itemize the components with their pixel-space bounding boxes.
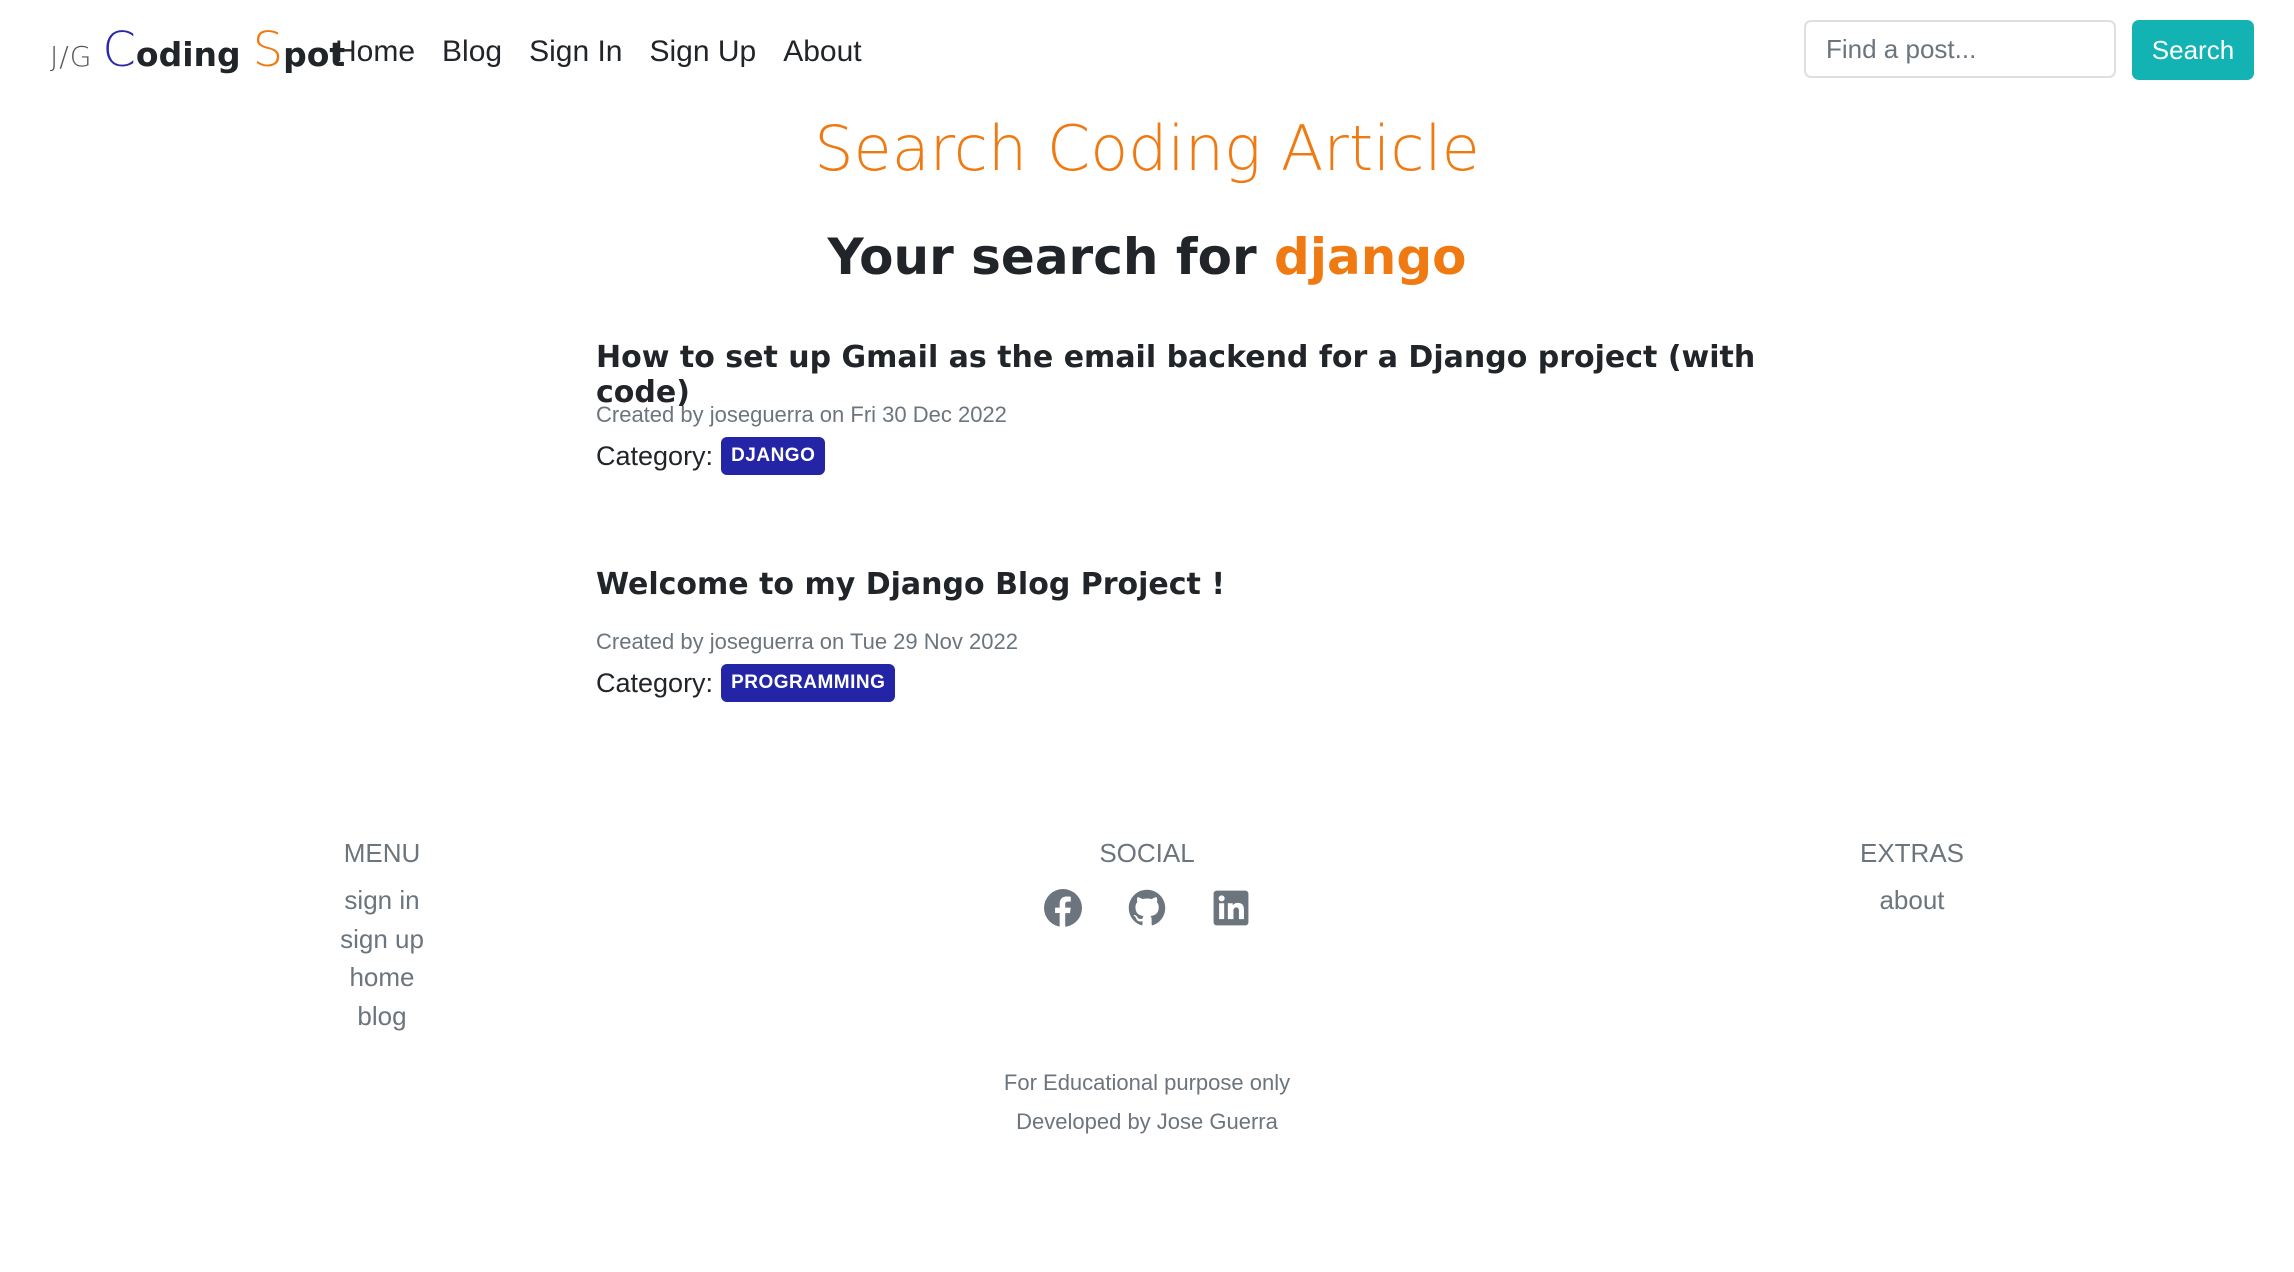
search-input[interactable] — [1804, 20, 2116, 78]
search-result: Welcome to my Django Blog Project ! Crea… — [596, 567, 1796, 702]
brand-logo[interactable]: J/G C oding S pot — [50, 22, 345, 82]
brand-prefix: J/G — [50, 40, 93, 73]
nav-home[interactable]: Home — [335, 29, 415, 74]
category-badge[interactable]: DJANGO — [721, 437, 826, 475]
result-meta: Created by joseguerra on Fri 30 Dec 2022 — [596, 402, 1007, 427]
search-query-term: django — [1274, 228, 1467, 286]
footer-credit: Developed by Jose Guerra — [1016, 1109, 1278, 1134]
footer-menu-heading: MENU — [343, 838, 421, 868]
search-heading: Your search for django — [0, 228, 2294, 286]
nav-sign-in[interactable]: Sign In — [529, 29, 622, 74]
footer-extras-heading: EXTRAS — [1859, 838, 1965, 868]
result-category: Category: DJANGO — [596, 437, 826, 475]
footer-extras: EXTRAS about — [1812, 838, 2012, 920]
search-button[interactable]: Search — [2132, 20, 2254, 80]
brand-word-coding: oding — [135, 35, 241, 74]
result-meta: Created by joseguerra on Tue 29 Nov 2022 — [596, 629, 1018, 654]
footer-link-about[interactable]: about — [1812, 881, 2012, 920]
search-result: How to set up Gmail as the email backend… — [596, 340, 1796, 475]
page-title: Search Coding Article — [814, 112, 1480, 185]
category-label: Category: — [596, 667, 714, 698]
result-title[interactable]: Welcome to my Django Blog Project ! — [596, 567, 1796, 602]
footer-link-sign-in[interactable]: sign in — [282, 881, 482, 920]
social-icons — [1044, 889, 1250, 927]
result-category: Category: PROGRAMMING — [596, 664, 896, 702]
search-heading-prefix: Your search for — [827, 228, 1257, 286]
footer-social-heading: SOCIAL — [1099, 838, 1195, 868]
footer-menu: MENU sign in sign up home blog — [282, 838, 482, 1035]
brand-letter-s: S — [252, 22, 284, 78]
footer-note: For Educational purpose only — [1003, 1070, 1291, 1095]
category-badge[interactable]: PROGRAMMING — [721, 664, 896, 702]
footer-social: SOCIAL — [1044, 838, 1250, 927]
github-icon[interactable] — [1128, 889, 1166, 927]
nav-blog[interactable]: Blog — [442, 29, 502, 74]
footer-link-sign-up[interactable]: sign up — [282, 920, 482, 959]
footer-link-home[interactable]: home — [282, 958, 482, 997]
linkedin-icon[interactable] — [1212, 889, 1250, 927]
nav-about[interactable]: About — [783, 29, 861, 74]
result-title[interactable]: How to set up Gmail as the email backend… — [596, 340, 1796, 410]
nav-sign-up[interactable]: Sign Up — [649, 29, 756, 74]
navbar: J/G C oding S pot Home Blog Sign In Sign… — [0, 0, 2294, 104]
facebook-icon[interactable] — [1044, 889, 1082, 927]
main-nav: Home Blog Sign In Sign Up About — [335, 29, 889, 74]
brand-letter-c: C — [102, 22, 136, 78]
category-label: Category: — [596, 440, 714, 471]
footer-link-blog[interactable]: blog — [282, 997, 482, 1036]
